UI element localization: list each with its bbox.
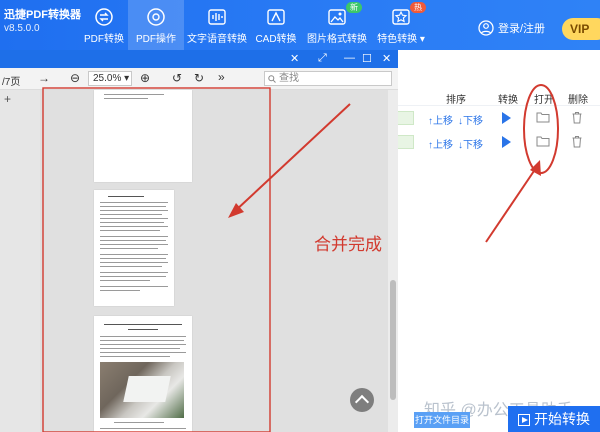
nav-label: 特色转换 ▾	[377, 34, 425, 45]
pdf-page	[94, 190, 174, 306]
search-placeholder: 查找	[279, 73, 299, 84]
zoom-in-icon[interactable]: ⊕	[140, 71, 150, 85]
nav-label: PDF转换	[84, 34, 124, 45]
nav-pdf-operate[interactable]: PDF操作	[128, 0, 184, 50]
file-list-panel: 排序 转换 打开 删除 ↑上移 ↓下移 ↑上移 ↓下移 知乎 @办公工具助手 打…	[398, 50, 600, 432]
header-delete: 删除	[568, 95, 588, 106]
nav-label: 文字语音转换	[187, 34, 247, 45]
header-order: 排序	[446, 95, 466, 106]
add-icon[interactable]: +	[4, 92, 11, 106]
folder-icon[interactable]	[536, 135, 550, 147]
login-link[interactable]: 登录/注册	[478, 20, 545, 36]
start-convert-label: 开始转换	[534, 411, 590, 427]
pdf-operate-icon	[147, 8, 165, 26]
pdf-pages-area[interactable]	[40, 90, 388, 432]
pdf-page	[94, 316, 192, 432]
progress-cell	[398, 111, 414, 125]
pin-icon[interactable]: ✕	[290, 52, 299, 65]
header-convert: 转换	[498, 95, 518, 106]
convert-icon	[95, 8, 113, 26]
nav-label: CAD转换	[255, 34, 297, 45]
search-icon	[268, 75, 276, 83]
login-label: 登录/注册	[498, 23, 546, 35]
file-list-header: 排序 转换 打开 删除	[398, 86, 600, 106]
zoom-value: 25.0%	[93, 73, 122, 84]
user-icon	[478, 20, 494, 36]
table-row: ↑上移 ↓下移	[398, 108, 600, 130]
star-icon	[392, 9, 410, 25]
cad-icon	[267, 9, 285, 25]
progress-cell	[398, 135, 414, 149]
header-open: 打开	[534, 95, 554, 106]
brand: 迅捷PDF转换器 v8.5.0.0	[4, 8, 81, 36]
search-input[interactable]: 查找	[264, 71, 392, 86]
start-icon	[518, 414, 530, 427]
merge-done-annotation: 合并完成	[314, 235, 382, 254]
viewer-toolbar: /7页 → ⊖ 25.0% ▾ ⊕ ↺ ↻ » 查找	[0, 68, 398, 90]
play-icon[interactable]	[502, 136, 511, 148]
thumbnail-sidebar: +	[0, 90, 40, 432]
move-down-button[interactable]: ↓下移	[458, 112, 483, 127]
trash-icon[interactable]	[571, 135, 583, 148]
nav-special-convert[interactable]: 特色转换 ▾ 热	[370, 0, 432, 50]
app-version: v8.5.0.0	[4, 23, 40, 34]
app-name: 迅捷PDF转换器	[4, 9, 81, 21]
audio-wave-icon	[208, 9, 226, 25]
page-count: /7页	[2, 77, 21, 88]
rotate-left-icon[interactable]: ↺	[172, 71, 182, 85]
viewer-title-bar: ✕ ⤢ — ☐ ✕	[0, 50, 398, 68]
nav-cad-convert[interactable]: CAD转换	[248, 0, 304, 50]
rotate-right-icon[interactable]: ↻	[194, 71, 204, 85]
start-convert-button[interactable]: 开始转换	[508, 406, 600, 432]
scrollbar-thumb[interactable]	[390, 280, 396, 400]
move-down-button[interactable]: ↓下移	[458, 136, 483, 151]
nav-label: PDF操作	[136, 34, 176, 45]
new-badge: 新	[346, 2, 362, 13]
move-up-button[interactable]: ↑上移	[428, 136, 453, 151]
table-row: ↑上移 ↓下移	[398, 132, 600, 154]
nav-image-format[interactable]: 图片格式转换 新	[306, 0, 368, 50]
nav-pdf-convert[interactable]: PDF转换	[76, 0, 132, 50]
next-arrow-icon[interactable]: →	[38, 71, 50, 85]
top-app-bar: 迅捷PDF转换器 v8.5.0.0 PDF转换 PDF操作 文字语音转换 CAD…	[0, 0, 600, 50]
image-icon	[328, 9, 346, 25]
more-icon[interactable]: »	[218, 70, 225, 84]
minimize-icon[interactable]: —	[344, 52, 355, 64]
pdf-page	[94, 90, 192, 182]
vertical-scrollbar[interactable]	[388, 90, 398, 432]
zoom-out-icon[interactable]: ⊖	[70, 71, 80, 85]
close-icon[interactable]: ✕	[382, 52, 391, 65]
maximize-icon[interactable]: ☐	[362, 52, 372, 65]
fullscreen-icon[interactable]: ⤢	[318, 52, 327, 65]
folder-icon[interactable]	[536, 111, 550, 123]
hot-badge: 热	[410, 2, 426, 13]
move-up-button[interactable]: ↑上移	[428, 112, 453, 127]
scroll-to-top-button[interactable]	[350, 388, 374, 412]
open-folder-button[interactable]: 打开文件目录	[414, 412, 470, 428]
trash-icon[interactable]	[571, 111, 583, 124]
nav-label: 图片格式转换	[307, 34, 367, 45]
zoom-select[interactable]: 25.0% ▾	[88, 71, 132, 86]
nav-text-speech[interactable]: 文字语音转换	[186, 0, 248, 50]
vip-button[interactable]: VIP	[562, 18, 600, 40]
play-icon[interactable]	[502, 112, 511, 124]
